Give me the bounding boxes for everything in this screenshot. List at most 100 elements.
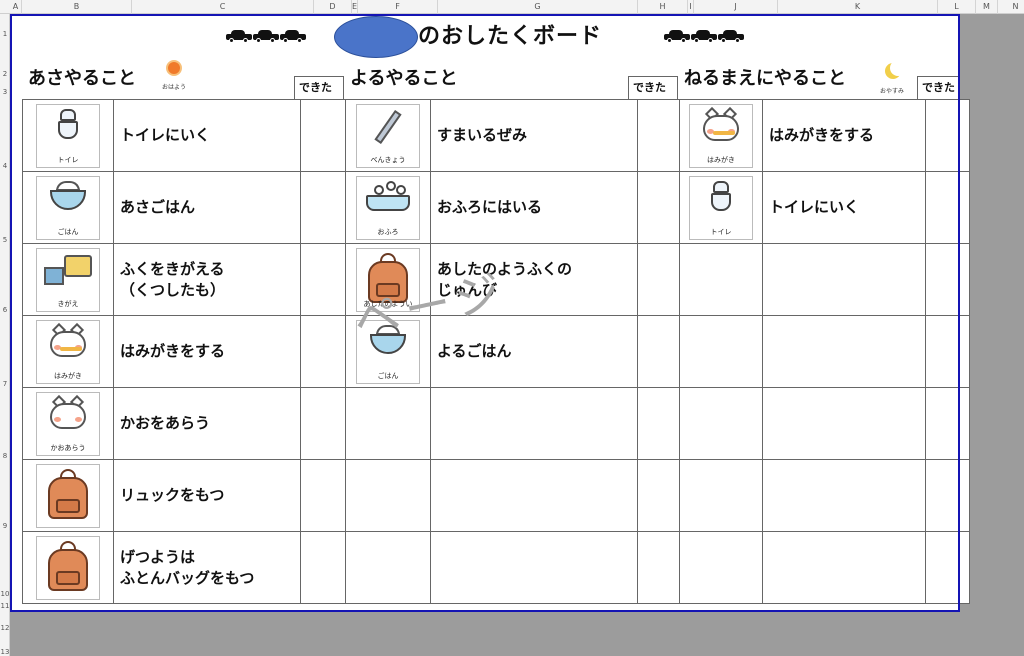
row-header-1[interactable]: 1 xyxy=(0,30,10,38)
sun-icon xyxy=(166,60,182,76)
task-picture: トイレ xyxy=(36,103,100,168)
task-text-cell[interactable]: トイレにいく xyxy=(113,99,301,172)
board-title: のおしたくボード xyxy=(418,24,603,49)
row-header-3[interactable]: 3 xyxy=(0,88,10,96)
done-checkbox-cell[interactable] xyxy=(925,459,970,532)
toothbrush-cat-icon xyxy=(48,322,88,359)
task-text-cell[interactable]: あさごはん xyxy=(113,171,301,244)
task-text-cell[interactable]: トイレにいく xyxy=(762,171,926,244)
task-text-cell[interactable] xyxy=(762,243,926,316)
task-row: おふろ おふろにはいる xyxy=(345,171,689,244)
done-checkbox-cell[interactable] xyxy=(925,531,970,604)
task-icon-cell[interactable]: きがえ xyxy=(22,243,114,316)
task-text-cell[interactable] xyxy=(430,459,638,532)
task-text-cell[interactable] xyxy=(762,531,926,604)
task-text-cell[interactable] xyxy=(430,387,638,460)
task-label: かおをあらう xyxy=(120,414,211,432)
task-icon-cell[interactable]: トイレ xyxy=(679,171,763,244)
section-title-bedtime: ねるまえにやること xyxy=(684,68,846,89)
column-header-j[interactable]: J xyxy=(694,0,778,14)
done-checkbox-cell[interactable] xyxy=(925,243,970,316)
task-text-cell[interactable]: すまいるぜみ xyxy=(430,99,638,172)
task-text-cell[interactable] xyxy=(762,459,926,532)
row-header-7[interactable]: 7 xyxy=(0,380,10,388)
column-header-f[interactable]: F xyxy=(358,0,438,14)
task-picture: きがえ xyxy=(36,247,100,312)
toilet-icon xyxy=(708,180,734,213)
row-header-6[interactable]: 6 xyxy=(0,306,10,314)
task-icon-cell[interactable]: おふろ xyxy=(345,171,431,244)
task-icon-cell[interactable] xyxy=(679,387,763,460)
done-checkbox-cell[interactable] xyxy=(300,531,352,604)
done-checkbox-cell[interactable] xyxy=(300,387,352,460)
task-icon-cell[interactable] xyxy=(345,387,431,460)
task-text-cell[interactable] xyxy=(762,315,926,388)
task-icon-cell[interactable]: かおあらう xyxy=(22,387,114,460)
column-header-m[interactable]: M xyxy=(976,0,998,14)
task-row: はみがき はみがきをする xyxy=(22,315,352,388)
done-checkbox-cell[interactable] xyxy=(925,315,970,388)
task-picture: はみがき xyxy=(689,103,753,168)
done-checkbox-cell[interactable] xyxy=(300,99,352,172)
task-icon-cell[interactable] xyxy=(345,459,431,532)
row-header-8[interactable]: 8 xyxy=(0,452,10,460)
task-row: かおあらう かおをあらう xyxy=(22,387,352,460)
done-checkbox-cell[interactable] xyxy=(925,387,970,460)
done-checkbox-cell[interactable] xyxy=(925,171,970,244)
task-text-cell[interactable] xyxy=(762,387,926,460)
row-header-4[interactable]: 4 xyxy=(0,162,10,170)
task-icon-cell[interactable]: ごはん xyxy=(22,171,114,244)
task-icon-cell[interactable]: トイレ xyxy=(22,99,114,172)
column-header-c[interactable]: C xyxy=(132,0,314,14)
task-icon-cell[interactable]: はみがき xyxy=(22,315,114,388)
task-row: トイレ トイレにいく xyxy=(22,99,352,172)
done-checkbox-cell[interactable] xyxy=(300,315,352,388)
column-header-b[interactable]: B xyxy=(22,0,132,14)
task-icon-cell[interactable]: べんきょう xyxy=(345,99,431,172)
task-row xyxy=(345,459,689,532)
toothbrush-cat-icon xyxy=(701,106,741,143)
task-text-cell[interactable]: リュックをもつ xyxy=(113,459,301,532)
row-header-10[interactable]: 10 xyxy=(0,590,10,598)
done-header-evening: できた xyxy=(628,76,678,100)
task-icon-cell[interactable] xyxy=(22,531,114,604)
task-icon-cell[interactable] xyxy=(679,243,763,316)
row-header-11[interactable]: 11 xyxy=(0,602,10,610)
task-icon-cell[interactable]: はみがき xyxy=(679,99,763,172)
column-header-k[interactable]: K xyxy=(778,0,938,14)
column-header-d[interactable]: D xyxy=(314,0,352,14)
task-text-cell[interactable]: かおをあらう xyxy=(113,387,301,460)
row-header-5[interactable]: 5 xyxy=(0,236,10,244)
task-text-cell[interactable]: はみがきをする xyxy=(762,99,926,172)
row-header-13[interactable]: 13 xyxy=(0,648,10,656)
task-text-cell[interactable]: おふろにはいる xyxy=(430,171,638,244)
column-header-n[interactable]: N xyxy=(998,0,1024,14)
row-header-9[interactable]: 9 xyxy=(0,522,10,530)
task-icon-cell[interactable] xyxy=(679,315,763,388)
name-oval-shape[interactable] xyxy=(334,16,418,58)
done-checkbox-cell[interactable] xyxy=(925,99,970,172)
done-checkbox-cell[interactable] xyxy=(300,243,352,316)
task-text-cell[interactable]: ふくをきがえる （くつしたも） xyxy=(113,243,301,316)
done-checkbox-cell[interactable] xyxy=(300,459,352,532)
task-icon-cell[interactable] xyxy=(345,531,431,604)
column-header-l[interactable]: L xyxy=(938,0,976,14)
done-checkbox-cell[interactable] xyxy=(300,171,352,244)
row-header-12[interactable]: 12 xyxy=(0,624,10,632)
task-label: トイレにいく xyxy=(769,198,860,216)
task-text-cell[interactable] xyxy=(430,531,638,604)
column-header-h[interactable]: H xyxy=(638,0,688,14)
task-icon-cell[interactable] xyxy=(679,531,763,604)
row-header-2[interactable]: 2 xyxy=(0,70,10,78)
face-wash-cat-icon xyxy=(48,394,88,431)
task-picture xyxy=(36,463,100,528)
task-text-cell[interactable]: はみがきをする xyxy=(113,315,301,388)
task-picture-label: はみがき xyxy=(707,155,735,164)
cars-decoration-left xyxy=(226,30,306,43)
column-header-a[interactable]: A xyxy=(10,0,22,14)
task-icon-cell[interactable] xyxy=(22,459,114,532)
task-text-cell[interactable]: げつようは ふとんバッグをもつ xyxy=(113,531,301,604)
column-header-g[interactable]: G xyxy=(438,0,638,14)
task-picture-label: べんきょう xyxy=(370,155,406,164)
task-icon-cell[interactable] xyxy=(679,459,763,532)
